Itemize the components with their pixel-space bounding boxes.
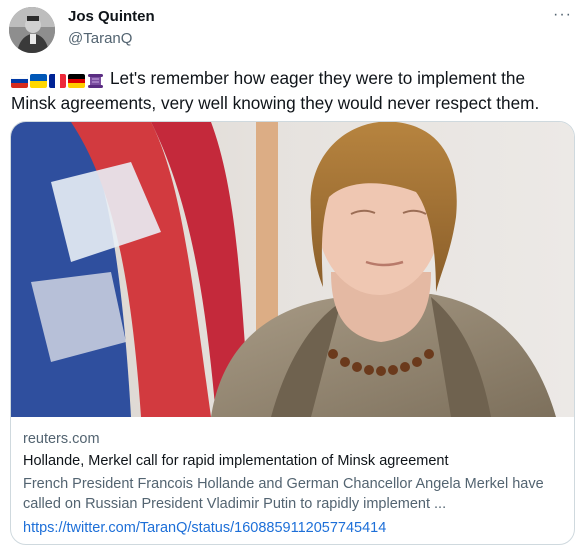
link-preview-card[interactable]: reuters.com Hollande, Merkel call for ra… (10, 121, 575, 545)
card-title[interactable]: Hollande, Merkel call for rapid implemen… (23, 453, 449, 469)
avatar[interactable] (9, 7, 55, 53)
card-domain: reuters.com (23, 431, 100, 447)
card-image[interactable] (11, 122, 574, 417)
card-description: French President Francois Hollande and G… (23, 476, 544, 512)
tweet: Jos Quinten @TaranQ ··· Let's remember h… (0, 0, 580, 555)
more-options-icon[interactable]: ··· (553, 6, 572, 24)
tweet-text-block: Let's remember how eager they were to im… (11, 67, 571, 115)
author-handle[interactable]: @TaranQ (68, 30, 132, 47)
russia-flag-icon (11, 74, 28, 89)
france-flag-icon (49, 74, 66, 89)
tweet-status-link[interactable]: https://twitter.com/TaranQ/status/160885… (23, 520, 386, 536)
scroll-icon (87, 74, 104, 89)
author-name[interactable]: Jos Quinten (68, 8, 155, 25)
ukraine-flag-icon (30, 74, 47, 89)
avatar-portrait (9, 7, 55, 53)
germany-flag-icon (68, 74, 85, 89)
flag-emoji-group (11, 69, 106, 92)
